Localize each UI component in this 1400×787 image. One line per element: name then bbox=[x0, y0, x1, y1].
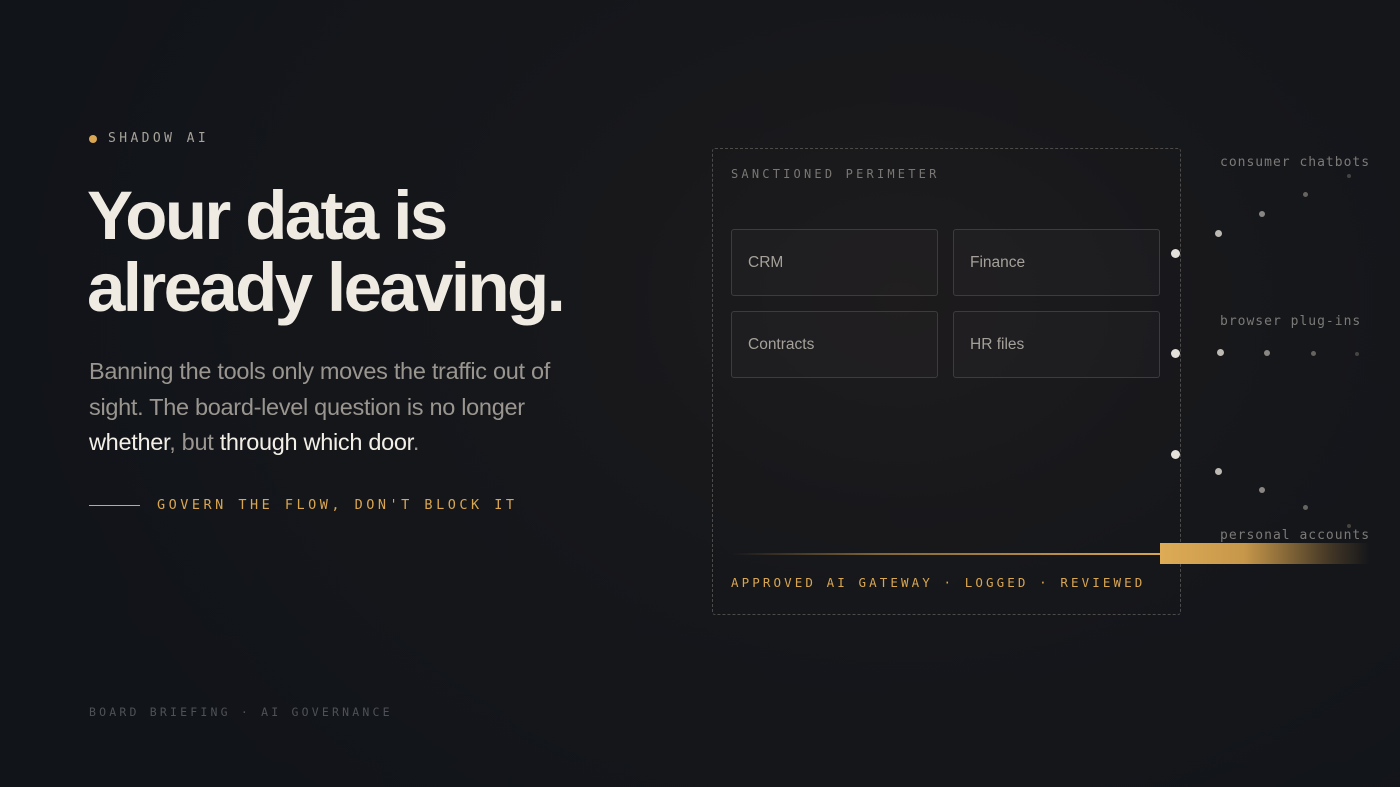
lede-text-3: . bbox=[412, 429, 420, 455]
trail-dot-icon bbox=[1215, 468, 1222, 475]
system-box-finance: Finance bbox=[953, 229, 1160, 296]
eyebrow-label: SHADOW AI bbox=[108, 131, 210, 146]
cta-rule bbox=[89, 504, 140, 506]
gateway-label: APPROVED AI GATEWAY · LOGGED · REVIEWED bbox=[731, 575, 1146, 590]
headline-line-2: already leaving. bbox=[87, 249, 566, 326]
cta-label: GOVERN THE FLOW, DON'T BLOCK IT bbox=[157, 497, 518, 513]
lede-emphasis-door: through which door bbox=[219, 429, 413, 455]
lede-paragraph: Banning the tools only moves the traffic… bbox=[89, 354, 569, 461]
trail-dot-icon bbox=[1303, 192, 1308, 197]
trail-dot-icon bbox=[1303, 505, 1308, 510]
trail-dot-icon bbox=[1259, 211, 1265, 217]
system-label: HR files bbox=[970, 335, 1025, 353]
leak-label-browser-plugins: browser plug-ins bbox=[1220, 314, 1362, 329]
egress-dot-icon bbox=[1171, 349, 1180, 358]
trail-dot-icon bbox=[1355, 352, 1359, 356]
system-box-hr-files: HR files bbox=[953, 311, 1160, 378]
footer-label: BOARD BRIEFING · AI GOVERNANCE bbox=[89, 705, 393, 719]
trail-dot-icon bbox=[1217, 349, 1224, 356]
trail-dot-icon bbox=[1264, 350, 1270, 356]
trail-dot-icon bbox=[1347, 174, 1351, 178]
leak-label-consumer-chatbots: consumer chatbots bbox=[1220, 155, 1371, 170]
system-box-contracts: Contracts bbox=[731, 311, 938, 378]
perimeter-label: SANCTIONED PERIMETER bbox=[731, 167, 940, 181]
egress-dot-icon bbox=[1171, 450, 1180, 459]
system-label: Contracts bbox=[748, 335, 815, 353]
eyebrow-dot-icon bbox=[89, 134, 97, 143]
trail-dot-icon bbox=[1311, 351, 1316, 356]
trail-dot-icon bbox=[1347, 524, 1351, 528]
gateway-flow-line bbox=[731, 553, 1161, 555]
cta-tagline: GOVERN THE FLOW, DON'T BLOCK IT bbox=[89, 497, 517, 513]
headline-line-1: Your data is bbox=[87, 177, 448, 254]
leak-label-personal-accounts: personal accounts bbox=[1220, 528, 1371, 543]
trail-dot-icon bbox=[1215, 230, 1222, 237]
system-label: Finance bbox=[970, 253, 1026, 271]
lede-text-1: Banning the tools only moves the traffic… bbox=[89, 358, 550, 420]
lede-emphasis-whether: whether bbox=[89, 429, 170, 455]
system-label: CRM bbox=[748, 253, 784, 271]
egress-dot-icon bbox=[1171, 249, 1180, 258]
sanctioned-perimeter: SANCTIONED PERIMETER CRM Finance Contrac… bbox=[712, 148, 1181, 615]
trail-dot-icon bbox=[1259, 487, 1265, 493]
lede-text-2: , but bbox=[169, 429, 220, 455]
system-box-crm: CRM bbox=[731, 229, 938, 296]
eyebrow: SHADOW AI bbox=[89, 131, 209, 146]
headline: Your data is already leaving. bbox=[87, 180, 647, 324]
gateway-exit-bar bbox=[1160, 543, 1370, 564]
